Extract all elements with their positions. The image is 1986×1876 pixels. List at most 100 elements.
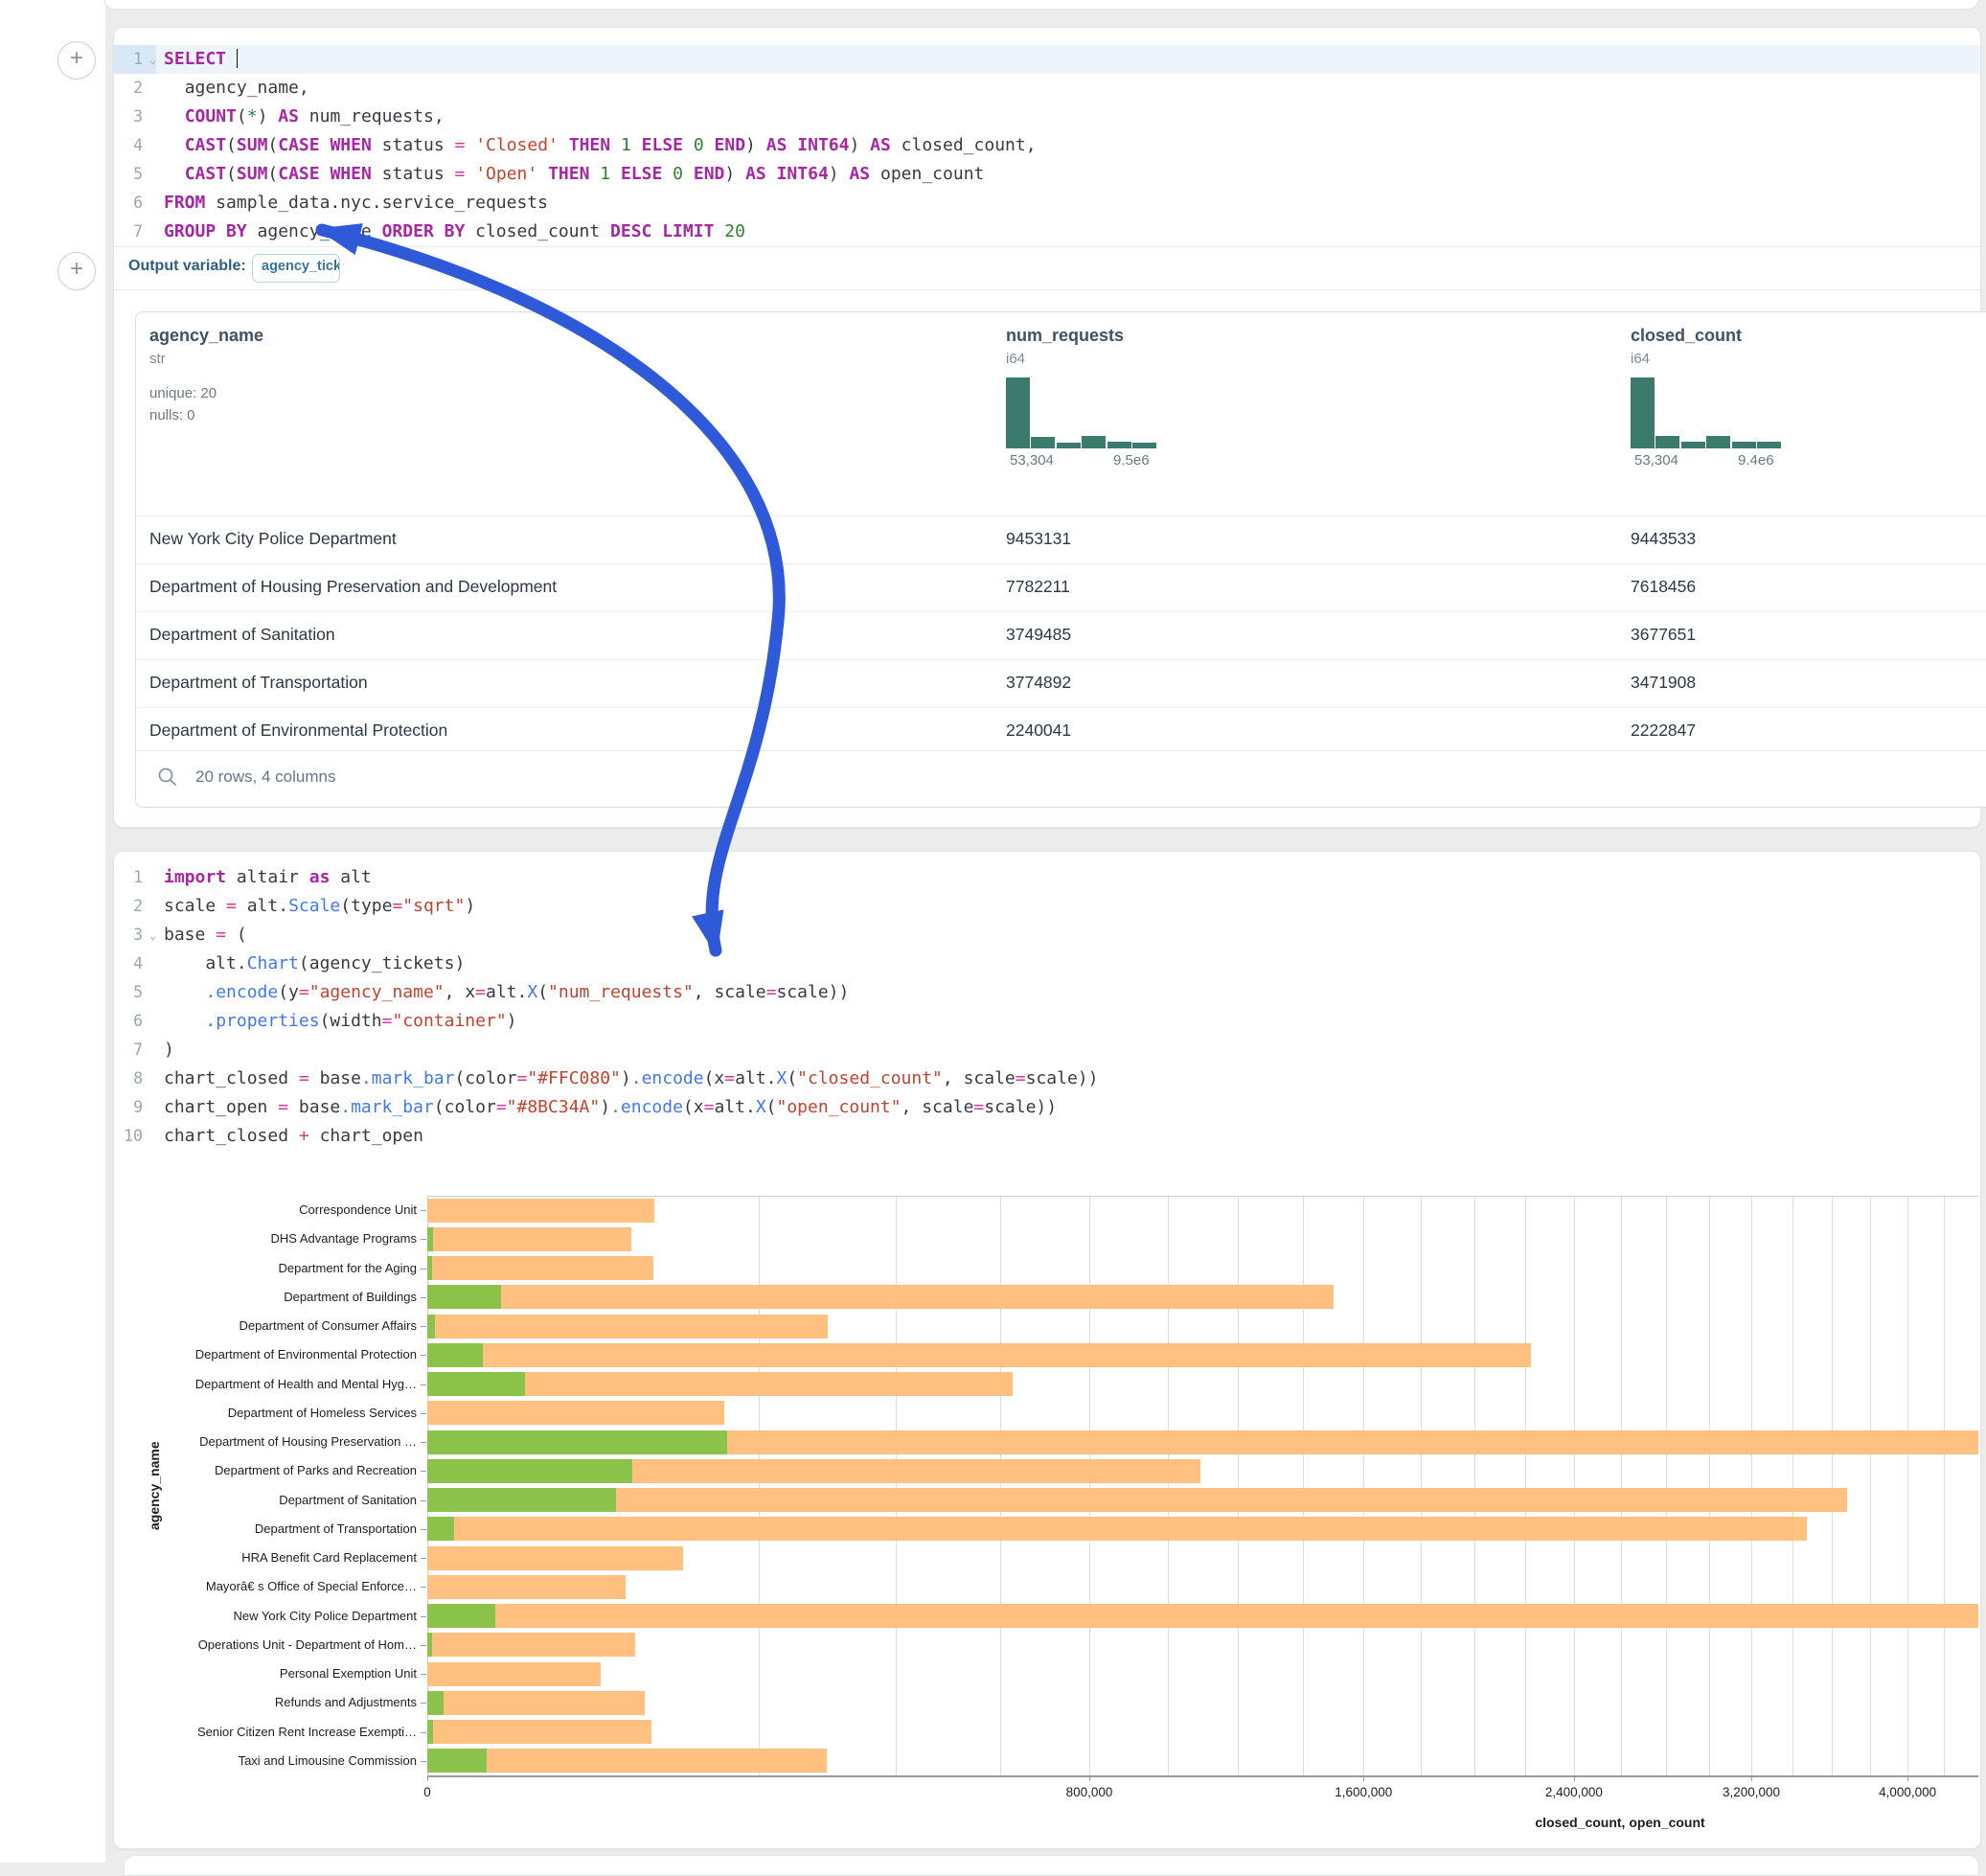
bar-open-count	[427, 1256, 432, 1280]
bar-open-count	[427, 1691, 444, 1715]
category-label: Operations Unit - Department of Hom…	[114, 1637, 417, 1652]
cell-closed-count: 9443533	[1631, 529, 1696, 549]
bar-open-count	[427, 1372, 525, 1396]
next-cell-edge	[124, 1855, 1979, 1876]
bar-closed-count	[427, 1315, 828, 1338]
code-line-1[interactable]: 1⌄SELECT	[114, 45, 1980, 74]
bar-closed-count	[427, 1749, 827, 1773]
category-label: New York City Police Department	[114, 1609, 417, 1623]
line-number: 3	[114, 103, 156, 131]
line-number: 6	[114, 189, 156, 217]
category-label: Correspondence Unit	[114, 1202, 417, 1217]
y-axis-title: agency_name	[147, 1441, 162, 1530]
closed-count-hist-min: 53,304	[1634, 452, 1678, 469]
bar-open-count	[427, 1430, 727, 1454]
gridline	[1870, 1196, 1871, 1775]
table-row[interactable]: Department of Sanitation37494853677651	[136, 611, 1986, 659]
code-line-4[interactable]: 4 alt.Chart(agency_tickets)	[114, 949, 1980, 978]
code-line-7[interactable]: 7GROUP BY agency_name ORDER BY closed_co…	[114, 217, 1980, 246]
closed-count-histogram	[1631, 377, 1782, 448]
line-number: 2	[114, 74, 156, 103]
column-stat-unique: unique: 20	[149, 385, 217, 401]
gridline	[1525, 1196, 1526, 1775]
code-line-5[interactable]: 5 CAST(SUM(CASE WHEN status = 'Open' THE…	[114, 160, 1980, 189]
code-line-1[interactable]: 1import altair as alt	[114, 863, 1980, 892]
column-header-num-requests[interactable]: num_requests	[1006, 326, 1124, 346]
code-line-3[interactable]: 3 COUNT(*) AS num_requests,	[114, 103, 1980, 131]
num-requests-hist-min: 53,304	[1010, 452, 1054, 469]
bar-closed-count	[427, 1575, 626, 1599]
gridline	[1238, 1196, 1239, 1775]
category-tick	[421, 1442, 426, 1443]
bar-open-count	[427, 1315, 435, 1338]
cell-num-requests: 7782211	[1006, 577, 1070, 597]
num-requests-hist-max: 9.5e6	[1113, 452, 1150, 469]
gridline	[1303, 1196, 1304, 1775]
histogram-bar	[1057, 443, 1081, 448]
line-number: 4	[114, 949, 156, 978]
column-header-agency-name[interactable]: agency_name	[149, 326, 263, 346]
category-label: HRA Benefit Card Replacement	[114, 1550, 417, 1565]
sql-code-editor[interactable]: 1⌄SELECT 2 agency_name,3 COUNT(*) AS num…	[114, 45, 1980, 246]
bar-closed-count	[427, 1662, 601, 1686]
gridline	[759, 1196, 760, 1775]
column-header-closed-count[interactable]: closed_count	[1631, 326, 1742, 346]
category-tick	[421, 1471, 426, 1472]
gridline	[1832, 1196, 1833, 1775]
line-number: 10	[114, 1122, 156, 1151]
fold-chevron-icon[interactable]: ⌄	[143, 922, 156, 950]
search-icon[interactable]	[157, 766, 178, 788]
gridline	[1944, 1196, 1945, 1775]
fold-chevron-icon[interactable]: ⌄	[143, 46, 156, 75]
bar-closed-count	[427, 1285, 1334, 1309]
code-line-6[interactable]: 6 .properties(width="container")	[114, 1007, 1980, 1036]
code-line-3[interactable]: 3⌄base = (	[114, 921, 1980, 949]
table-row[interactable]: Department of Housing Preservation and D…	[136, 563, 1986, 611]
category-tick	[421, 1732, 426, 1733]
code-line-9[interactable]: 9chart_open = base.mark_bar(color="#8BC3…	[114, 1093, 1980, 1122]
cell-closed-count: 2222847	[1631, 721, 1696, 741]
add-cell-button[interactable]: +	[57, 41, 96, 80]
table-row[interactable]: Department of Transportation377489234719…	[136, 659, 1986, 707]
category-label: Personal Exemption Unit	[114, 1666, 417, 1681]
table-row[interactable]: Department of Environmental Protection22…	[136, 707, 1986, 755]
x-axis-title: closed_count, open_count	[1535, 1815, 1704, 1830]
output-variable-pill[interactable]: agency_tickets	[252, 254, 340, 283]
x-axis-tick-label: 3,200,000	[1723, 1785, 1780, 1799]
bar-open-count	[427, 1285, 501, 1309]
code-line-6[interactable]: 6FROM sample_data.nyc.service_requests	[114, 189, 1980, 217]
y-axis-line	[427, 1196, 428, 1775]
category-tick	[421, 1239, 426, 1240]
category-label: Refunds and Adjustments	[114, 1695, 417, 1709]
code-line-7[interactable]: 7)	[114, 1036, 1980, 1064]
python-cell-card: 1import altair as alt2scale = alt.Scale(…	[113, 851, 1981, 1849]
category-tick	[421, 1297, 426, 1298]
cell-num-requests: 3774892	[1006, 673, 1071, 693]
category-label: Department of Homeless Services	[114, 1406, 417, 1420]
histogram-bar	[1757, 442, 1781, 448]
line-number: 7	[114, 217, 156, 246]
code-line-10[interactable]: 10chart_closed + chart_open	[114, 1122, 1980, 1151]
category-label: Department of Buildings	[114, 1290, 417, 1304]
bar-chart: Correspondence UnitDHS Advantage Program…	[114, 1179, 1980, 1848]
gridline	[896, 1196, 897, 1775]
add-cell-button-2[interactable]: +	[57, 252, 96, 290]
code-line-5[interactable]: 5 .encode(y="agency_name", x=alt.X("num_…	[114, 978, 1980, 1007]
code-line-8[interactable]: 8chart_closed = base.mark_bar(color="#FF…	[114, 1064, 1980, 1093]
code-line-4[interactable]: 4 CAST(SUM(CASE WHEN status = 'Closed' T…	[114, 131, 1980, 160]
output-variable-label: Output variable:	[128, 258, 246, 275]
code-line-2[interactable]: 2 agency_name,	[114, 74, 1980, 103]
bar-closed-count	[427, 1517, 1807, 1541]
line-number: 5	[114, 978, 156, 1007]
x-axis-tick-label: 4,000,000	[1879, 1785, 1936, 1799]
bar-open-count	[427, 1459, 632, 1483]
bar-open-count	[427, 1343, 483, 1367]
column-stat-nulls: nulls: 0	[149, 407, 195, 423]
table-footer: 20 rows, 4 columns	[136, 750, 1986, 807]
output-variable-value: agency_tickets	[262, 259, 340, 274]
category-label: Department of Consumer Affairs	[114, 1318, 417, 1333]
table-row[interactable]: New York City Police Department945313194…	[136, 515, 1986, 563]
plot-top-rule	[427, 1196, 1978, 1197]
python-code-editor[interactable]: 1import altair as alt2scale = alt.Scale(…	[114, 863, 1980, 1151]
code-line-2[interactable]: 2scale = alt.Scale(type="sqrt")	[114, 892, 1980, 921]
